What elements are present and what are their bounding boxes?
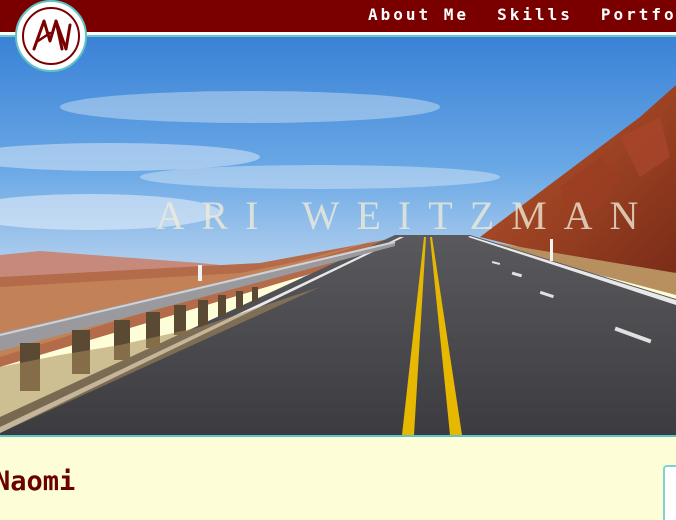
aw-monogram-icon	[22, 7, 80, 65]
aw-monogram-logo[interactable]	[15, 0, 87, 72]
page: About Me Skills Portfolio	[0, 0, 676, 520]
nav-item-about-me[interactable]: About Me	[368, 5, 469, 24]
nav-item-skills[interactable]: Skills	[497, 5, 573, 24]
top-navbar: About Me Skills Portfolio	[0, 0, 676, 35]
content-section: Naomi	[0, 437, 676, 520]
nav-menu: About Me Skills Portfolio	[368, 0, 676, 28]
section-heading: Naomi	[0, 466, 76, 497]
nav-item-portfolio[interactable]: Portfolio	[601, 5, 676, 24]
hero-banner: ARI WEITZMAN	[0, 37, 676, 437]
side-card	[663, 465, 676, 520]
hero-title: ARI WEITZMAN	[155, 193, 656, 238]
